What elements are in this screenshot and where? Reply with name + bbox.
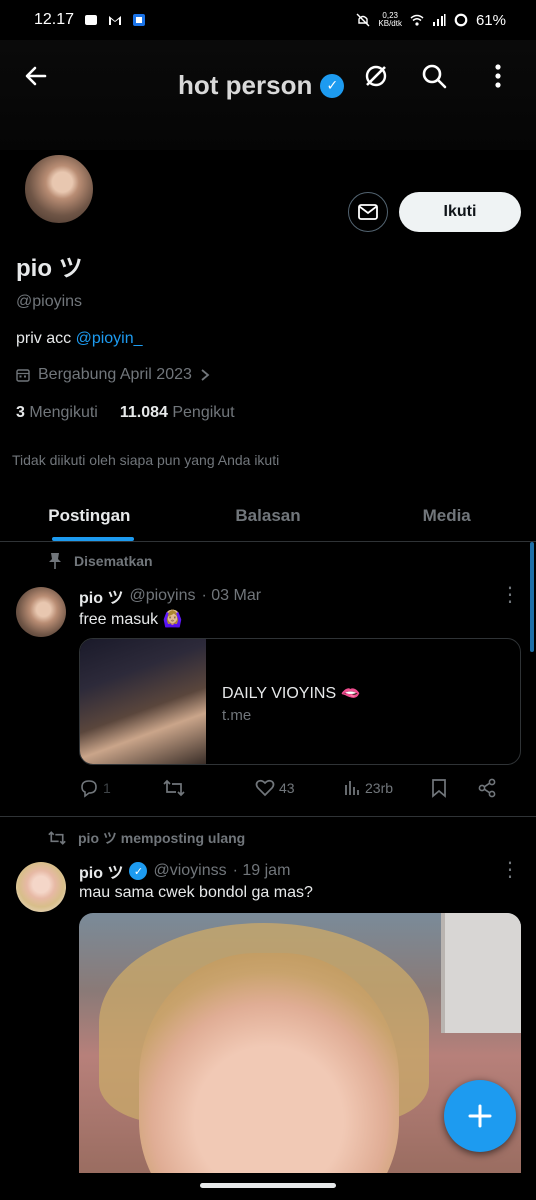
post-text: free masuk 🙆🏼‍♀️ <box>79 611 183 628</box>
store-icon <box>133 14 146 26</box>
bookmark-icon <box>432 779 446 798</box>
profile-bio: priv acc @pioyin_ <box>16 330 143 348</box>
status-time: 12.17 <box>34 11 75 28</box>
status-bar: 12.17 0,23 KB/dtk 61% <box>0 0 536 40</box>
verified-badge-icon: ✓ <box>129 862 148 880</box>
share-button[interactable] <box>477 778 497 798</box>
link-card-image <box>80 639 206 764</box>
search-button[interactable] <box>416 58 452 94</box>
post-more-button[interactable]: ⋮ <box>500 860 520 883</box>
bio-text: priv acc <box>16 330 76 347</box>
follow-button[interactable]: Ikuti <box>399 192 521 232</box>
follow-stats: 3 Mengikuti 11.084 Pengikut <box>16 404 235 422</box>
joined-date[interactable]: Bergabung April 2023 <box>16 366 210 384</box>
views-chart-icon <box>345 781 359 795</box>
chevron-right-icon <box>201 369 210 381</box>
signal-icon <box>432 14 446 26</box>
following-link[interactable]: 3 Mengikuti <box>16 404 98 422</box>
battery-ring-icon <box>454 13 468 27</box>
post-author-name[interactable]: pio ツ <box>79 584 123 608</box>
tab-posts[interactable]: Postingan <box>0 490 179 541</box>
reply-button[interactable]: 1 <box>79 778 163 798</box>
link-card[interactable]: DAILY VIOYINS 🫦 t.me <box>79 638 521 765</box>
compose-button[interactable] <box>444 1080 516 1152</box>
post-author-name[interactable]: pio ツ <box>79 859 123 883</box>
post-author-handle[interactable]: @vioyinss <box>153 862 226 880</box>
share-icon <box>478 778 496 798</box>
notification-app-icon <box>85 15 98 25</box>
tab-media[interactable]: Media <box>357 490 536 541</box>
profile-tabs: Postingan Balasan Media <box>0 490 536 542</box>
grok-button[interactable] <box>358 58 394 94</box>
repost-button[interactable] <box>163 779 255 797</box>
link-card-title: DAILY VIOYINS 🫦 <box>222 685 361 702</box>
tab-replies[interactable]: Balasan <box>179 490 358 541</box>
photo-background-window <box>441 913 521 1033</box>
message-button[interactable] <box>348 192 388 232</box>
repost-small-icon <box>48 831 66 845</box>
mute-icon <box>356 13 370 27</box>
reply-count: 1 <box>103 780 111 796</box>
joined-text: Bergabung April 2023 <box>38 366 192 383</box>
wifi-icon <box>410 14 424 26</box>
profile-name: pio ツ <box>16 255 83 282</box>
post-author-handle[interactable]: @pioyins <box>129 587 195 605</box>
arrow-left-icon <box>25 66 47 86</box>
like-button[interactable]: 43 <box>255 779 343 797</box>
grok-icon <box>365 65 387 87</box>
bookmark-button[interactable] <box>431 778 477 798</box>
post-divider <box>0 816 536 817</box>
net-speed: 0,23 KB/dtk <box>378 11 402 28</box>
bio-mention-link[interactable]: @pioyin_ <box>76 330 143 347</box>
reply-icon <box>81 780 97 798</box>
pin-icon <box>49 553 61 569</box>
repost-context: pio ツ memposting ulang <box>48 828 245 848</box>
scrollbar[interactable] <box>530 542 534 652</box>
heart-icon <box>255 779 275 797</box>
verified-badge-icon: ✓ <box>320 73 345 98</box>
views-button[interactable]: 23rb <box>343 779 431 797</box>
search-icon <box>422 64 447 89</box>
post-actions: 1 43 23rb <box>79 778 521 798</box>
calendar-icon <box>16 369 30 382</box>
link-card-domain: t.me <box>222 707 252 724</box>
followers-link[interactable]: 11.084 Pengikut <box>120 404 235 422</box>
not-followed-note: Tidak diikuti oleh siapa pun yang Anda i… <box>12 452 280 468</box>
post-header: pio ツ ✓ @vioyinss · 19 jam <box>79 859 290 883</box>
battery-percent: 61% <box>475 11 506 29</box>
post-more-button[interactable]: ⋮ <box>500 585 520 608</box>
post-avatar[interactable] <box>16 862 66 912</box>
views-count: 23rb <box>365 780 394 796</box>
like-count: 43 <box>279 780 295 796</box>
more-vertical-icon <box>495 64 501 88</box>
pinned-label: Disematkan <box>48 552 153 570</box>
profile-handle: @pioyins <box>16 293 83 310</box>
home-indicator[interactable] <box>200 1183 336 1188</box>
mail-icon <box>358 204 378 220</box>
post-date: · 03 Mar <box>201 587 262 604</box>
repost-icon <box>163 779 185 797</box>
header-title-text: hot person <box>178 70 313 100</box>
post-avatar[interactable] <box>16 587 66 637</box>
plus-icon <box>468 1104 492 1128</box>
profile-avatar[interactable] <box>22 152 96 226</box>
back-button[interactable] <box>18 58 54 94</box>
photo-face <box>139 953 399 1173</box>
post-text: mau sama cwek bondol ga mas? <box>79 884 313 901</box>
gmail-icon <box>109 16 122 25</box>
more-options-button[interactable] <box>480 58 516 94</box>
post-date: · 19 jam <box>232 862 291 879</box>
header-title: hot person ✓ <box>178 70 345 101</box>
post-header: pio ツ @pioyins · 03 Mar <box>79 584 261 608</box>
